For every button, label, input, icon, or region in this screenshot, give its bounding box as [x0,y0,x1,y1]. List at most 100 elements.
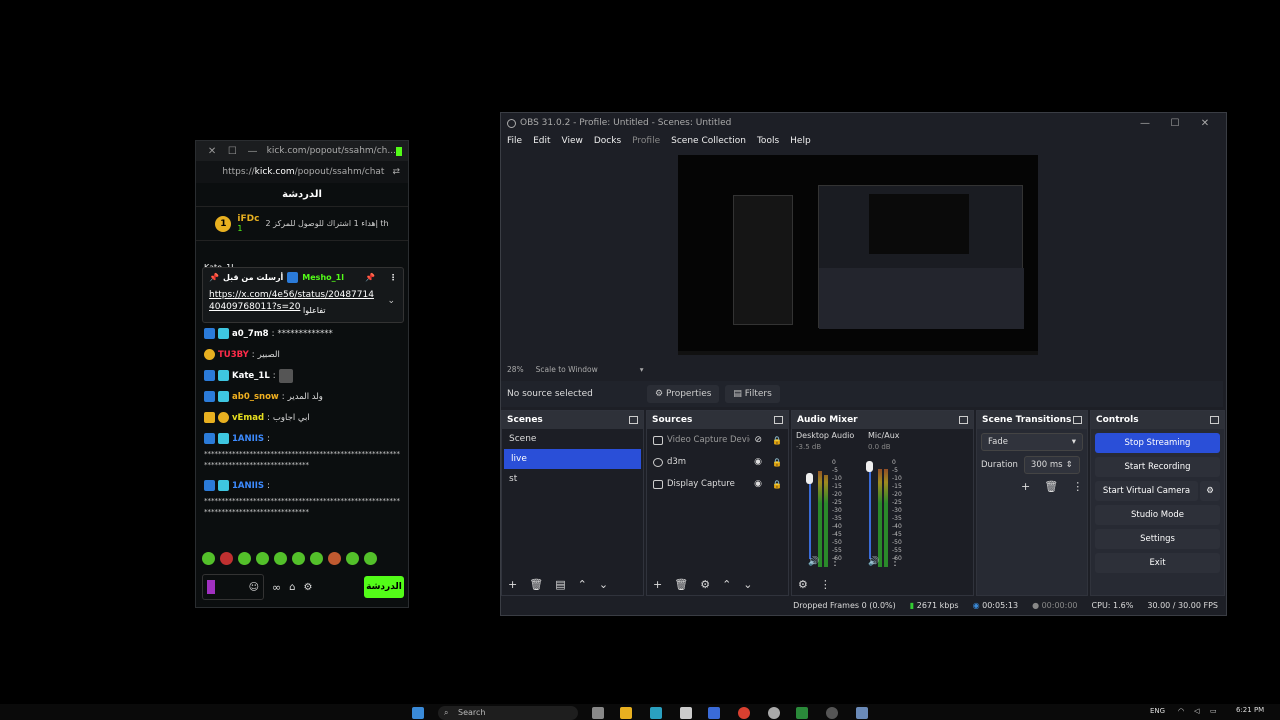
file-explorer-icon[interactable] [620,707,632,719]
close-icon[interactable]: ✕ [202,146,222,157]
volume-icon[interactable]: ◁ [1194,707,1199,715]
exit-button[interactable]: Exit [1095,553,1220,573]
task-view-icon[interactable] [592,707,604,719]
more-options-icon[interactable]: ⋮ [389,273,397,282]
chat-username[interactable]: TU3BY [218,350,249,360]
fader-knob[interactable] [866,461,873,472]
chevron-up-icon[interactable]: ⌃ [578,578,587,591]
add-icon[interactable]: + [1021,480,1030,493]
add-icon[interactable]: + [653,578,662,591]
trash-icon[interactable]: 🗑 [674,578,688,591]
menu-scene-collection[interactable]: Scene Collection [671,136,746,146]
chevron-down-icon[interactable]: ⌄ [743,578,752,591]
source-item[interactable]: Display Capture ◉ 🔒 [647,473,788,495]
minimize-icon[interactable]: — [1130,118,1160,129]
scale-mode-select[interactable]: Scale to Window [536,365,598,374]
unpin-icon[interactable]: 📌 [365,273,375,282]
chat-username[interactable]: ab0_snow [232,392,279,402]
filter-icon[interactable]: ▤ [555,578,565,591]
eye-hidden-icon[interactable]: ⊘ [754,435,762,445]
menu-tools[interactable]: Tools [757,136,779,146]
scene-item[interactable]: Scene [502,429,643,449]
emote-icon[interactable] [364,552,377,565]
app-icon[interactable] [856,707,868,719]
scene-item-selected[interactable]: live [504,449,641,469]
chat-input[interactable]: ☺ [202,574,264,600]
send-chat-button[interactable]: الدردشة [364,576,404,598]
search-box[interactable]: ⌕ Search [438,706,578,720]
undock-icon[interactable] [1210,416,1219,424]
emote-icon[interactable] [274,552,287,565]
stepper-icon[interactable]: ⇕ [1066,460,1073,470]
more-options-icon[interactable]: ⋮ [820,578,831,591]
volume-fader[interactable] [809,473,811,559]
chat-username[interactable]: 1ANIIS [232,481,264,491]
menu-view[interactable]: View [562,136,583,146]
preview-canvas[interactable] [678,155,1038,355]
chat-username[interactable]: vEmad [232,413,264,423]
undock-icon[interactable] [959,416,968,424]
settings-button[interactable]: Settings [1095,529,1220,549]
undock-icon[interactable] [1073,416,1082,424]
address-bar[interactable]: https://kick.com/popout/ssahm/chat ⇄ [196,161,408,183]
gear-icon[interactable]: ⚙ [798,578,808,591]
stop-streaming-button[interactable]: Stop Streaming [1095,433,1220,453]
excel-icon[interactable] [796,707,808,719]
emote-icon[interactable] [292,552,305,565]
emoji-icon[interactable]: ☺ [249,582,259,593]
trash-icon[interactable]: 🗑 [529,578,543,591]
emote-icon[interactable] [346,552,359,565]
store-icon[interactable] [680,707,692,719]
start-recording-button[interactable]: Start Recording [1095,457,1220,477]
chat-username[interactable]: 1ANIIS [232,434,264,444]
duration-stepper[interactable]: 300 ms ⇕ [1023,456,1080,474]
maximize-icon[interactable]: ☐ [1160,118,1190,129]
add-icon[interactable]: + [508,578,517,591]
more-options-icon[interactable]: ⋮ [1072,480,1083,493]
start-virtual-camera-button[interactable]: Start Virtual Camera [1095,481,1198,501]
chat-username[interactable]: Kate_1L [232,371,270,381]
maximize-icon[interactable]: ☐ [222,146,242,157]
speaker-icon[interactable]: 🔊 [808,557,819,567]
emote-icon[interactable] [310,552,323,565]
obs-icon[interactable] [826,707,838,719]
mail-icon[interactable] [708,707,720,719]
emote-icon[interactable] [202,552,215,565]
speaker-icon[interactable]: 🔊 [868,557,879,567]
chat-username[interactable]: a0_7m8 [232,329,269,339]
trash-icon[interactable]: 🗑 [1044,480,1058,493]
filters-button[interactable]: ▤ Filters [725,385,780,403]
close-icon[interactable]: ✕ [1190,118,1220,129]
lock-icon[interactable]: 🔒 [772,458,782,467]
sub-goal-banner[interactable]: 1 iFDc 1 إهداء 1 اشتراك للوصول للمركز 2 … [196,207,408,241]
lock-icon[interactable]: 🔒 [772,436,782,445]
chevron-up-icon[interactable]: ⌃ [722,578,731,591]
clock[interactable]: 6:21 PM [1236,706,1264,714]
emote-icon[interactable] [238,552,251,565]
transition-select[interactable]: Fade ▾ [981,433,1083,451]
source-item[interactable]: Video Capture Device ⊘ 🔒 [647,429,788,451]
pinned-link[interactable]: https://x.com/4e56/status/20487714404097… [209,289,379,313]
settings-icon[interactable]: ⚙ [304,582,313,593]
chevron-down-icon[interactable]: ⌄ [599,578,608,591]
emote-icon[interactable] [328,552,341,565]
tune-icon[interactable]: ⇄ [392,167,400,177]
undock-icon[interactable] [629,416,638,424]
virtual-camera-settings-icon[interactable]: ⚙ [1200,481,1220,501]
settings-icon[interactable] [768,707,780,719]
volume-fader[interactable] [869,465,871,559]
menu-edit[interactable]: Edit [533,136,550,146]
store-icon[interactable]: ⌂ [289,582,295,593]
chevron-down-icon[interactable]: ⌄ [387,296,395,306]
more-options-icon[interactable]: ⋮ [830,557,840,568]
infinity-icon[interactable]: ∞ [272,581,281,594]
wifi-icon[interactable]: ◠ [1178,707,1184,715]
fader-knob[interactable] [806,473,813,484]
scene-item[interactable]: st [502,469,643,489]
battery-icon[interactable]: ▭ [1210,707,1217,715]
minimize-icon[interactable]: — [242,146,262,157]
more-options-icon[interactable]: ⋮ [890,557,900,568]
eye-icon[interactable]: ◉ [754,457,762,467]
undock-icon[interactable] [774,416,783,424]
windows-start-icon[interactable] [412,707,424,719]
